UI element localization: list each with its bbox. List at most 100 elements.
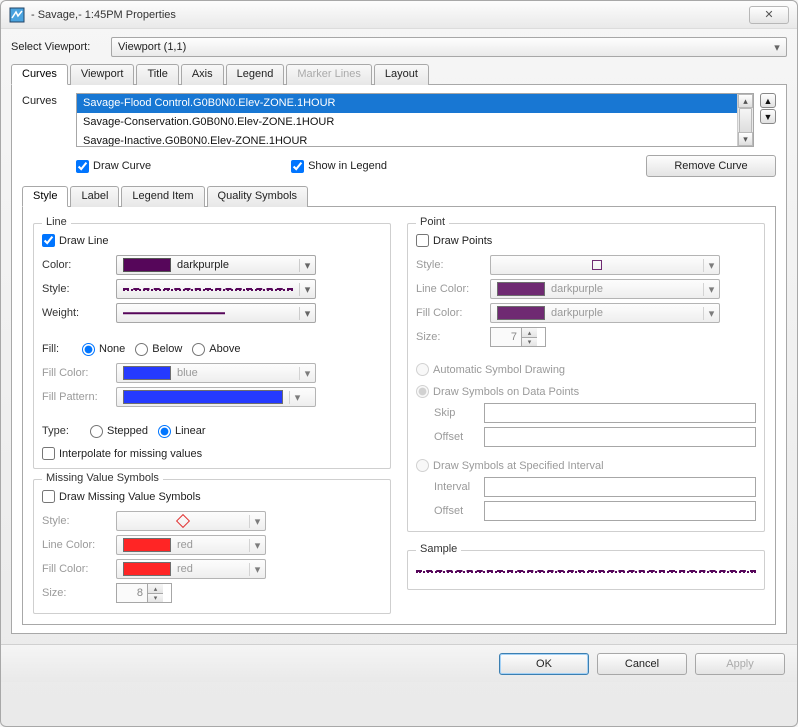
point-size-spinner: ▴▾ <box>490 327 546 347</box>
line-style-select[interactable]: ▾ <box>116 279 316 299</box>
window-title: - Savage,- 1:45PM Properties <box>31 9 176 21</box>
scroll-thumb[interactable] <box>739 108 752 134</box>
show-in-legend-label: Show in Legend <box>308 160 387 172</box>
sub-tabs: Style Label Legend Item Quality Symbols <box>22 185 776 207</box>
fill-below-radio[interactable]: Below <box>135 343 182 356</box>
fill-pattern-select: ▾ <box>116 387 316 407</box>
missing-size-label: Size: <box>42 587 116 599</box>
tab-curves[interactable]: Curves <box>11 64 68 85</box>
main-tabs: Curves Viewport Title Axis Legend Marker… <box>11 63 787 85</box>
line-style-label: Style: <box>42 283 116 295</box>
spin-up-icon: ▴ <box>147 584 163 593</box>
close-button[interactable]: ✕ <box>749 6 789 24</box>
subtab-legend-item[interactable]: Legend Item <box>121 186 204 207</box>
offset2-label: Offset <box>434 505 484 517</box>
tab-legend[interactable]: Legend <box>226 64 285 85</box>
scroll-up-icon[interactable]: ▴ <box>738 94 753 108</box>
chevron-down-icon: ▾ <box>299 307 315 320</box>
fill-pattern-label: Fill Pattern: <box>42 391 116 403</box>
missing-linecolor-name: red <box>177 539 249 551</box>
interval-label: Interval <box>434 481 484 493</box>
point-size-input <box>491 328 521 346</box>
missing-fillcolor-name: red <box>177 563 249 575</box>
line-weight-select[interactable]: ▾ <box>116 303 316 323</box>
chevron-down-icon: ▾ <box>249 563 265 576</box>
draw-curve-checkbox[interactable]: Draw Curve <box>76 160 151 173</box>
apply-button: Apply <box>695 653 785 675</box>
type-stepped-radio[interactable]: Stepped <box>90 425 148 438</box>
point-linecolor-label: Line Color: <box>416 283 490 295</box>
titlebar: - Savage,- 1:45PM Properties ✕ <box>1 1 797 29</box>
reorder-buttons: ▲ ▼ <box>760 93 776 124</box>
cancel-button[interactable]: Cancel <box>597 653 687 675</box>
sample-line <box>416 570 756 572</box>
type-label: Type: <box>42 425 90 437</box>
ok-button[interactable]: OK <box>499 653 589 675</box>
move-up-button[interactable]: ▲ <box>760 93 776 108</box>
tab-viewport[interactable]: Viewport <box>70 64 135 85</box>
draw-line-checkbox[interactable]: Draw Line <box>42 234 382 247</box>
point-style-select: ▾ <box>490 255 720 275</box>
curves-label: Curves <box>22 93 76 107</box>
curves-list[interactable]: Savage-Flood Control.G0B0N0.Elev-ZONE.1H… <box>76 93 754 147</box>
move-down-button[interactable]: ▼ <box>760 109 776 124</box>
curve-item-2[interactable]: Savage-Inactive.G0B0N0.Elev-ZONE.1HOUR <box>77 132 753 147</box>
interval-input <box>484 477 756 497</box>
curve-item-0[interactable]: Savage-Flood Control.G0B0N0.Elev-ZONE.1H… <box>77 94 753 113</box>
button-bar: OK Cancel Apply <box>1 644 797 682</box>
square-icon <box>592 260 602 270</box>
tab-axis[interactable]: Axis <box>181 64 224 85</box>
type-linear-radio[interactable]: Linear <box>158 425 206 438</box>
fill-none-radio[interactable]: None <box>82 343 125 356</box>
point-style-label: Style: <box>416 259 490 271</box>
line-fieldset: Line Draw Line Color: darkpurple <box>33 223 391 469</box>
skip-label: Skip <box>434 407 484 419</box>
draw-points-checkbox[interactable]: Draw Points <box>416 234 756 247</box>
interpolate-checkbox[interactable]: Interpolate for missing values <box>42 447 372 460</box>
point-linecolor-select: darkpurple ▾ <box>490 279 720 299</box>
chevron-down-icon: ▾ <box>703 307 719 320</box>
spin-down-icon: ▾ <box>521 337 537 346</box>
remove-curve-button[interactable]: Remove Curve <box>646 155 776 177</box>
fill-pattern-preview <box>123 390 283 404</box>
offset2-input <box>484 501 756 521</box>
scroll-down-icon[interactable]: ▾ <box>738 132 753 146</box>
subtab-label[interactable]: Label <box>70 186 119 207</box>
draw-curve-input[interactable] <box>76 160 89 173</box>
draw-missing-label: Draw Missing Value Symbols <box>59 491 201 503</box>
subtab-quality-symbols[interactable]: Quality Symbols <box>207 186 308 207</box>
show-in-legend-checkbox[interactable]: Show in Legend <box>291 160 387 173</box>
draw-line-input[interactable] <box>42 234 55 247</box>
viewport-select[interactable]: Viewport (1,1) ▾ <box>111 37 787 57</box>
tab-layout[interactable]: Layout <box>374 64 429 85</box>
draw-at-interval-radio: Draw Symbols at Specified Interval <box>416 459 604 472</box>
draw-missing-checkbox[interactable]: Draw Missing Value Symbols <box>42 490 382 503</box>
line-color-name: darkpurple <box>177 259 299 271</box>
interpolate-label: Interpolate for missing values <box>59 448 202 460</box>
line-color-select[interactable]: darkpurple ▾ <box>116 255 316 275</box>
draw-points-input[interactable] <box>416 234 429 247</box>
missing-style-select: ▾ <box>116 511 266 531</box>
interpolate-input[interactable] <box>42 447 55 460</box>
point-linecolor-name: darkpurple <box>551 283 703 295</box>
offset-label: Offset <box>434 431 484 443</box>
curve-item-1[interactable]: Savage-Conservation.G0B0N0.Elev-ZONE.1HO… <box>77 113 753 132</box>
draw-missing-input[interactable] <box>42 490 55 503</box>
point-fieldset: Point Draw Points Style: ▾ <box>407 223 765 532</box>
tab-marker-lines: Marker Lines <box>286 64 372 85</box>
chevron-down-icon: ▾ <box>299 367 315 380</box>
left-column: Line Draw Line Color: darkpurple <box>33 217 391 614</box>
viewport-value: Viewport (1,1) <box>118 41 186 53</box>
chevron-down-icon: ▾ <box>289 391 305 404</box>
missing-linecolor-swatch <box>123 538 171 552</box>
curves-scrollbar[interactable]: ▴ ▾ <box>737 94 753 146</box>
draw-on-data-radio: Draw Symbols on Data Points <box>416 385 579 398</box>
chevron-down-icon: ▾ <box>249 539 265 552</box>
missing-linecolor-label: Line Color: <box>42 539 116 551</box>
show-in-legend-input[interactable] <box>291 160 304 173</box>
subtab-style[interactable]: Style <box>22 186 68 207</box>
draw-curve-label: Draw Curve <box>93 160 151 172</box>
tab-title[interactable]: Title <box>136 64 178 85</box>
fill-above-radio[interactable]: Above <box>192 343 240 356</box>
right-column: Point Draw Points Style: ▾ <box>407 217 765 614</box>
